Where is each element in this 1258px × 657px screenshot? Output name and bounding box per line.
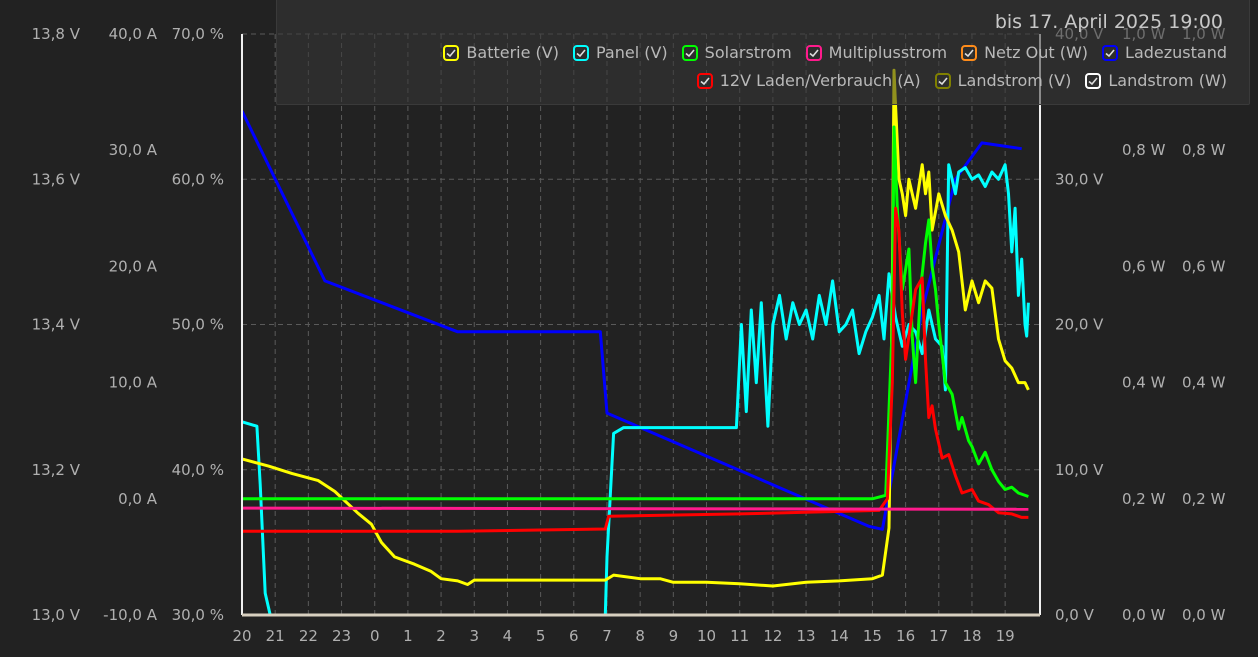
legend-label: Netz Out (W) [984,43,1089,62]
x-tick-label: 11 [730,627,749,645]
checkbox-checked-icon[interactable] [681,44,698,61]
date-range-label: bis 17. April 2025 19:00 [994,11,1223,33]
x-tick-label: 12 [763,627,782,645]
x-tick-label: 7 [602,627,612,645]
series-line-ladezustand [240,110,1022,531]
legend-item[interactable]: 12V Laden/Verbrauch (A) [696,71,921,90]
series-line-multiplusstrom [241,506,1029,511]
x-tick-label: 22 [299,627,318,645]
y-tick-label: 70,0 % [172,25,224,43]
y-axis-current: -10,0 A 0,0 A 10,0 A 20,0 A 30,0 A 40,0 A [103,25,158,624]
x-tick-label: 18 [962,627,981,645]
y-tick-label: 0,2 W [1182,490,1226,508]
checkbox-checked-icon[interactable] [696,72,713,89]
y-tick-label: 0,6 W [1182,257,1226,275]
legend-label: Landstrom (W) [1108,71,1227,90]
x-tick-label: 23 [332,627,351,645]
checkbox-checked-icon[interactable] [1102,44,1119,61]
x-tick-label: 2 [436,627,446,645]
legend-label: Solarstrom [704,43,792,62]
checkbox-checked-icon[interactable] [572,44,589,61]
y-tick-label: 0,4 W [1122,374,1166,392]
x-tick-label: 3 [469,627,479,645]
x-tick-label: 14 [830,627,849,645]
x-tick-label: 19 [996,627,1015,645]
y-tick-label: 13,0 V [32,606,81,624]
legend-item[interactable]: Multiplusstrom [805,43,948,62]
legend-item[interactable]: Landstrom (W) [1085,71,1227,90]
y-tick-label: 0,8 W [1122,141,1166,159]
x-tick-label: 6 [569,627,579,645]
x-tick-label: 9 [669,627,679,645]
legend-item[interactable]: Batterie (V) [443,43,559,62]
x-tick-label: 0 [370,627,380,645]
y-tick-label: 60,0 % [172,170,224,188]
legend-item[interactable]: Ladezustand [1102,43,1227,62]
y-tick-label: 0,0 V [1055,606,1095,624]
y-tick-label: -10,0 A [103,606,158,624]
x-tick-label: 13 [797,627,816,645]
y-axis-shore-power: 0,0 W0,2 W0,4 W0,6 W0,8 W1,0 W [1182,25,1226,624]
legend-label: 12V Laden/Verbrauch (A) [719,71,921,90]
y-tick-label: 20,0 V [1055,316,1104,334]
legend-item[interactable]: Panel (V) [572,43,668,62]
x-tick-label: 5 [536,627,546,645]
x-tick-label: 16 [896,627,915,645]
y-tick-label: 13,4 V [32,316,81,334]
legend-item[interactable]: Netz Out (W) [961,43,1088,62]
y-tick-label: 13,2 V [32,461,81,479]
x-tick-label: 10 [697,627,716,645]
y-axis-state-of-charge: 30,0 % 40,0 % 50,0 % 60,0 % 70,0 % [172,25,224,624]
legend-item[interactable]: Solarstrom [681,43,792,62]
x-tick-label: 15 [863,627,882,645]
legend-panel: bis 17. April 2025 19:00 Batterie (V) Pan… [276,0,1250,105]
y-tick-label: 13,8 V [32,25,81,43]
y-axis-battery-voltage: 13,0 V 13,2 V 13,4 V 13,6 V 13,8 V [32,25,81,624]
checkbox-checked-icon[interactable] [934,72,951,89]
y-tick-label: 40,0 % [172,461,224,479]
x-tick-label: 21 [266,627,285,645]
legend-item[interactable]: Landstrom (V) [934,71,1072,90]
y-tick-label: 30,0 % [172,606,224,624]
legend-label: Ladezustand [1125,43,1227,62]
y-tick-label: 20,0 A [109,257,158,275]
legend-row: 12V Laden/Verbrauch (A) Landstrom (V) Land… [696,71,1227,90]
series-line-panel-v [241,163,1030,617]
y-tick-label: 0,0 W [1182,606,1226,624]
y-tick-label: 0,0 W [1122,606,1166,624]
y-tick-label: 0,2 W [1122,490,1166,508]
legend-label: Landstrom (V) [957,71,1072,90]
x-tick-label: 1 [403,627,413,645]
x-tick-label: 17 [929,627,948,645]
checkbox-checked-icon[interactable] [805,44,822,61]
y-axis-net-power: 0,0 W0,2 W0,4 W0,6 W0,8 W1,0 W [1122,25,1166,624]
y-tick-label: 30,0 V [1055,170,1104,188]
legend-label: Multiplusstrom [828,43,948,62]
series-layer [240,68,1030,617]
y-tick-label: 0,6 W [1122,257,1166,275]
y-tick-label: 0,8 W [1182,141,1226,159]
y-tick-label: 40,0 A [109,25,158,43]
checkbox-checked-icon[interactable] [961,44,978,61]
legend-label: Batterie (V) [466,43,559,62]
x-tick-label: 20 [232,627,251,645]
x-tick-label: 4 [503,627,513,645]
x-axis-hours: 20 21 22 23 0 1 2 3 4 5 6 7 8 9 10 11 12 13 14 15 16 17 18 19 [232,627,1014,645]
legend-row: Batterie (V) Panel (V) Solarstrom Multiplus… [443,43,1227,62]
legend-label: Panel (V) [595,43,668,62]
y-tick-label: 0,4 W [1182,374,1226,392]
y-tick-label: 10,0 A [109,374,158,392]
y-tick-label: 50,0 % [172,316,224,334]
y-tick-label: 0,0 A [118,490,158,508]
y-axis-panel-voltage: 0,0 V10,0 V20,0 V30,0 V40,0 V [1055,25,1104,624]
y-tick-label: 13,6 V [32,170,81,188]
x-tick-label: 8 [635,627,645,645]
checkbox-checked-icon[interactable] [443,44,460,61]
checkbox-checked-icon[interactable] [1085,72,1102,89]
y-tick-label: 30,0 A [109,141,158,159]
y-tick-label: 10,0 V [1055,461,1104,479]
